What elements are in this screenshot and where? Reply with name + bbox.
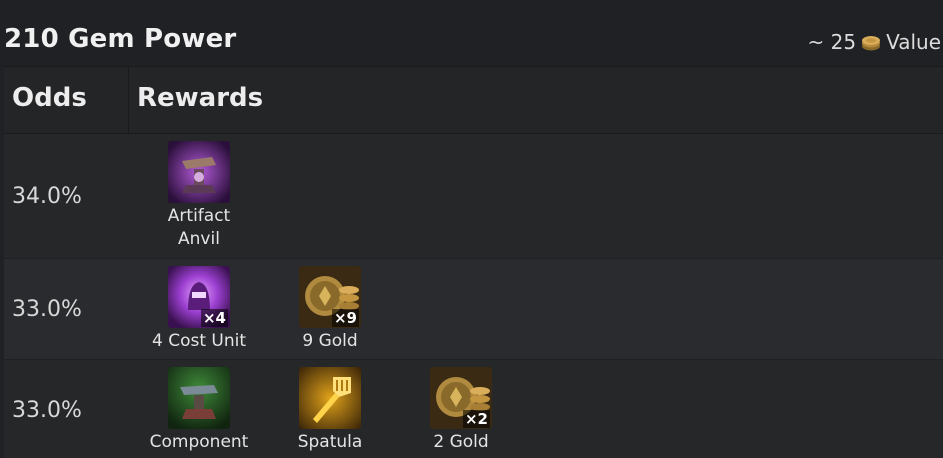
artifact-anvil-icon [168, 141, 230, 203]
reward-item[interactable]: Component [139, 367, 259, 454]
reward-item[interactable]: ×9 9 Gold [270, 266, 390, 353]
four-cost-unit-icon: ×4 [168, 266, 230, 328]
table-row: 33.0% [4, 259, 943, 360]
gold-coins-icon: ×2 [430, 367, 492, 429]
column-header-rewards: Rewards [137, 83, 264, 113]
column-divider [128, 67, 129, 133]
reward-label: 9 Gold [302, 331, 358, 351]
reward-label: 4 Cost Unit [151, 331, 247, 351]
odds-value: 33.0% [12, 398, 82, 423]
rewards-page: 210 Gem Power ~ 25 Value Odds Rewards 34… [0, 0, 943, 458]
reward-item[interactable]: ×4 4 Cost Unit [139, 266, 259, 353]
header: 210 Gem Power ~ 25 Value [0, 0, 943, 66]
table-row: 33.0% [4, 360, 943, 458]
odds-value: 33.0% [12, 297, 82, 322]
reward-label: 2 Gold [433, 432, 489, 452]
reward-label: Spatula [297, 432, 363, 452]
gold-coin-icon [860, 33, 882, 51]
reward-item[interactable]: ×2 2 Gold [401, 367, 521, 454]
quantity-badge: ×4 [200, 309, 228, 327]
rewards-table: Odds Rewards 34.0% Artifact Anvil 33.0% … [4, 66, 943, 458]
table-header: Odds Rewards [4, 67, 943, 134]
gold-coins-icon: ×9 [299, 266, 361, 328]
table-row: 34.0% Artifact Anvil [4, 134, 943, 259]
quantity-badge: ×9 [331, 309, 359, 327]
quantity-badge: ×2 [462, 410, 490, 428]
reward-item[interactable]: Spatula [270, 367, 390, 454]
column-header-odds: Odds [12, 83, 87, 113]
value-label: Value [886, 30, 941, 54]
odds-value: 34.0% [12, 184, 82, 209]
page-title: 210 Gem Power [4, 24, 237, 54]
value-summary: ~ 25 Value [808, 30, 942, 54]
spatula-icon [299, 367, 361, 429]
reward-label: Artifact Anvil [167, 206, 231, 249]
component-anvil-icon [168, 367, 230, 429]
value-amount: ~ 25 [807, 30, 857, 54]
reward-item[interactable]: Artifact Anvil [139, 141, 259, 251]
reward-label: Component [149, 432, 249, 452]
